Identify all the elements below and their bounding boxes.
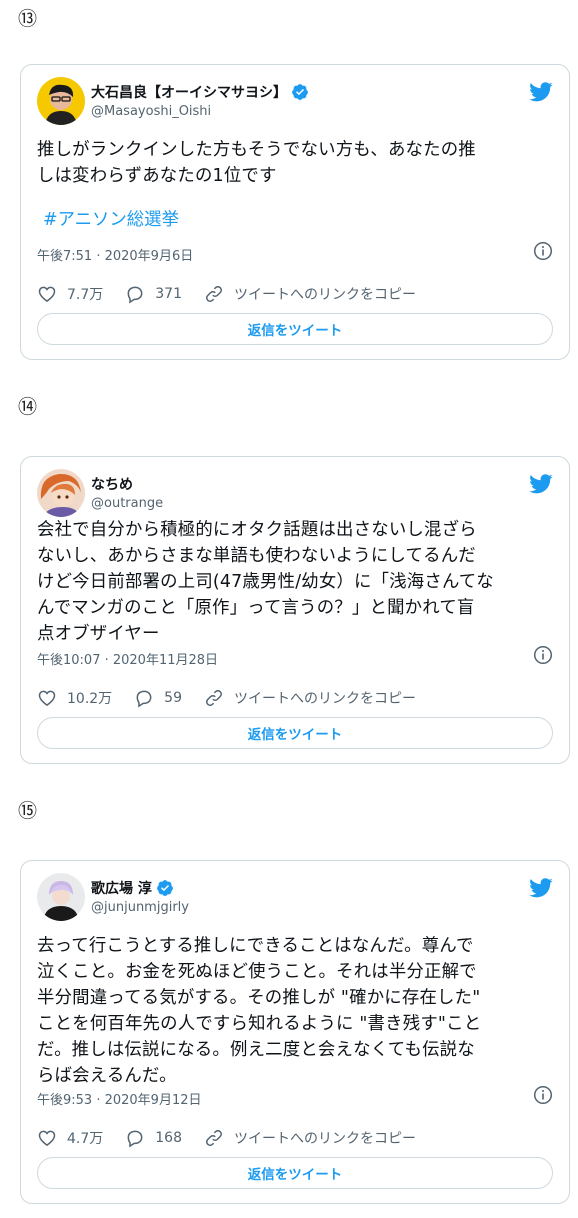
like-button[interactable]: 10.2万 xyxy=(37,688,112,708)
copy-link-label: ツイートへのリンクをコピー xyxy=(234,691,416,707)
twitter-bird-icon[interactable] xyxy=(529,80,553,104)
tweet-header: 歌広場 淳 @junjunmjgirly xyxy=(37,873,553,921)
like-count: 7.7万 xyxy=(67,287,104,303)
tweet-timestamp[interactable]: 午後7:51 · 2020年9月6日 xyxy=(37,245,193,264)
reply-count: 59 xyxy=(164,690,182,706)
tweet-text-line: 点オブザイヤー xyxy=(37,624,160,644)
reply-bubble-icon xyxy=(127,286,143,304)
tweet-text-line: 去って行こうとする推しにできることはなんだ。尊んで xyxy=(37,936,474,956)
reply-tweet-button[interactable]: 返信をツイート xyxy=(37,313,553,345)
tweet-actions: 4.7万 168 ツイートへのリンクをコピー xyxy=(37,1127,553,1149)
user-handle[interactable]: @outrange xyxy=(91,496,163,511)
verified-badge-icon xyxy=(292,84,308,100)
display-name[interactable]: なちめ xyxy=(91,474,133,494)
twitter-bird-icon[interactable] xyxy=(529,876,553,900)
link-icon xyxy=(206,1130,222,1146)
reply-count-button[interactable]: 59 xyxy=(134,688,182,708)
tweet-card[interactable]: なちめ @outrange 会社で自分から積極的にオタク話題は出さないし混ざら … xyxy=(20,456,570,764)
tweet-text-line: 泣くこと。お金を死ぬほど使うこと。それは半分正解で xyxy=(37,962,477,982)
like-button[interactable]: 7.7万 xyxy=(37,284,103,304)
tweet-text-line: らば会えるんだ。 xyxy=(37,1066,177,1086)
tweet-text-line: んでマンガのこと「原作」って言うの？」と聞かれて盲 xyxy=(37,598,475,618)
tweet-timestamp[interactable]: 午後10:07 · 2020年11月28日 xyxy=(37,649,218,668)
avatar[interactable] xyxy=(37,873,85,921)
reply-tweet-button[interactable]: 返信をツイート xyxy=(37,717,553,749)
user-handle[interactable]: @junjunmjgirly xyxy=(91,900,189,915)
like-count: 4.7万 xyxy=(67,1131,104,1147)
info-icon[interactable] xyxy=(533,241,553,261)
info-icon[interactable] xyxy=(533,1085,553,1105)
heart-icon xyxy=(38,690,56,706)
tweet-header: 大石昌良【オーイシマサヨシ】 @Masayoshi_Oishi xyxy=(37,77,553,125)
tweet-index-label: ⑮ xyxy=(18,800,38,822)
like-button[interactable]: 4.7万 xyxy=(37,1128,103,1148)
tweet-text-line: 半分間違ってる気がする。その推しが "確かに存在した" xyxy=(37,988,481,1008)
display-name[interactable]: 歌広場 淳 xyxy=(91,878,152,898)
copy-link-button[interactable]: ツイートへのリンクをコピー xyxy=(204,1128,416,1148)
tweet-actions: 7.7万 371 ツイートへのリンクをコピー xyxy=(37,283,553,305)
link-icon xyxy=(206,690,222,706)
hashtag-link[interactable]: #アニソン総選挙 xyxy=(43,207,179,233)
reply-bubble-icon xyxy=(136,690,152,708)
verified-badge-icon xyxy=(156,880,173,896)
reply-count-button[interactable]: 168 xyxy=(125,1128,182,1148)
display-name[interactable]: 大石昌良【オーイシマサヨシ】 xyxy=(91,82,287,102)
avatar[interactable] xyxy=(37,77,85,125)
reply-bubble-icon xyxy=(127,1130,143,1148)
tweet-text: 会社で自分から積極的にオタク話題は出さないし混ざら ないし、あからさまな単語も使… xyxy=(37,517,553,647)
tweet-index-label: ⑬ xyxy=(18,8,38,30)
tweet-text-line: 会社で自分から積極的にオタク話題は出さないし混ざら xyxy=(37,520,477,540)
tweet-header: なちめ @outrange xyxy=(37,469,553,517)
tweet-text-line: ないし、あからさまな単語も使わないようにしてるんだ xyxy=(37,546,476,566)
heart-icon xyxy=(38,286,56,302)
tweet-text-line: しは変わらずあなたの1位です xyxy=(37,166,277,186)
heart-icon xyxy=(38,1130,56,1146)
tweet-text: 推しがランクインした方もそうでない方も、あなたの推 しは変わらずあなたの1位です xyxy=(37,137,553,189)
reply-count-button[interactable]: 371 xyxy=(125,284,182,304)
tweet-text-line: だ。推しは伝説になる。例え二度と会えなくても伝説な xyxy=(37,1040,475,1060)
tweet-text-line: ことを何百年先の人ですら知れるように "書き残す"こと xyxy=(37,1014,482,1034)
copy-link-button[interactable]: ツイートへのリンクをコピー xyxy=(204,688,416,708)
copy-link-label: ツイートへのリンクをコピー xyxy=(234,1131,416,1147)
tweet-timestamp[interactable]: 午後9:53 · 2020年9月12日 xyxy=(37,1089,202,1108)
tweet-actions: 10.2万 59 ツイートへのリンクをコピー xyxy=(37,687,553,709)
tweet-index-label: ⑭ xyxy=(18,396,38,418)
tweet-text: 去って行こうとする推しにできることはなんだ。尊んで 泣くこと。お金を死ぬほど使う… xyxy=(37,933,553,1089)
reply-count: 371 xyxy=(155,286,182,302)
like-count: 10.2万 xyxy=(67,691,113,707)
info-icon[interactable] xyxy=(533,645,553,665)
copy-link-label: ツイートへのリンクをコピー xyxy=(234,287,416,303)
reply-tweet-button[interactable]: 返信をツイート xyxy=(37,1157,553,1189)
twitter-bird-icon[interactable] xyxy=(529,472,553,496)
user-handle[interactable]: @Masayoshi_Oishi xyxy=(91,104,211,119)
tweet-text-line: 推しがランクインした方もそうでない方も、あなたの推 xyxy=(37,140,476,160)
link-icon xyxy=(206,286,222,302)
tweet-text-line: けど今日前部署の上司(47歳男性/幼女）に「浅海さんてな xyxy=(37,572,494,592)
tweet-card[interactable]: 歌広場 淳 @junjunmjgirly 去って行こうとする推しにできることはな… xyxy=(20,860,570,1204)
tweet-card[interactable]: 大石昌良【オーイシマサヨシ】 @Masayoshi_Oishi 推しがランクイン… xyxy=(20,64,570,360)
copy-link-button[interactable]: ツイートへのリンクをコピー xyxy=(204,284,416,304)
avatar[interactable] xyxy=(37,469,85,517)
reply-count: 168 xyxy=(155,1130,182,1146)
